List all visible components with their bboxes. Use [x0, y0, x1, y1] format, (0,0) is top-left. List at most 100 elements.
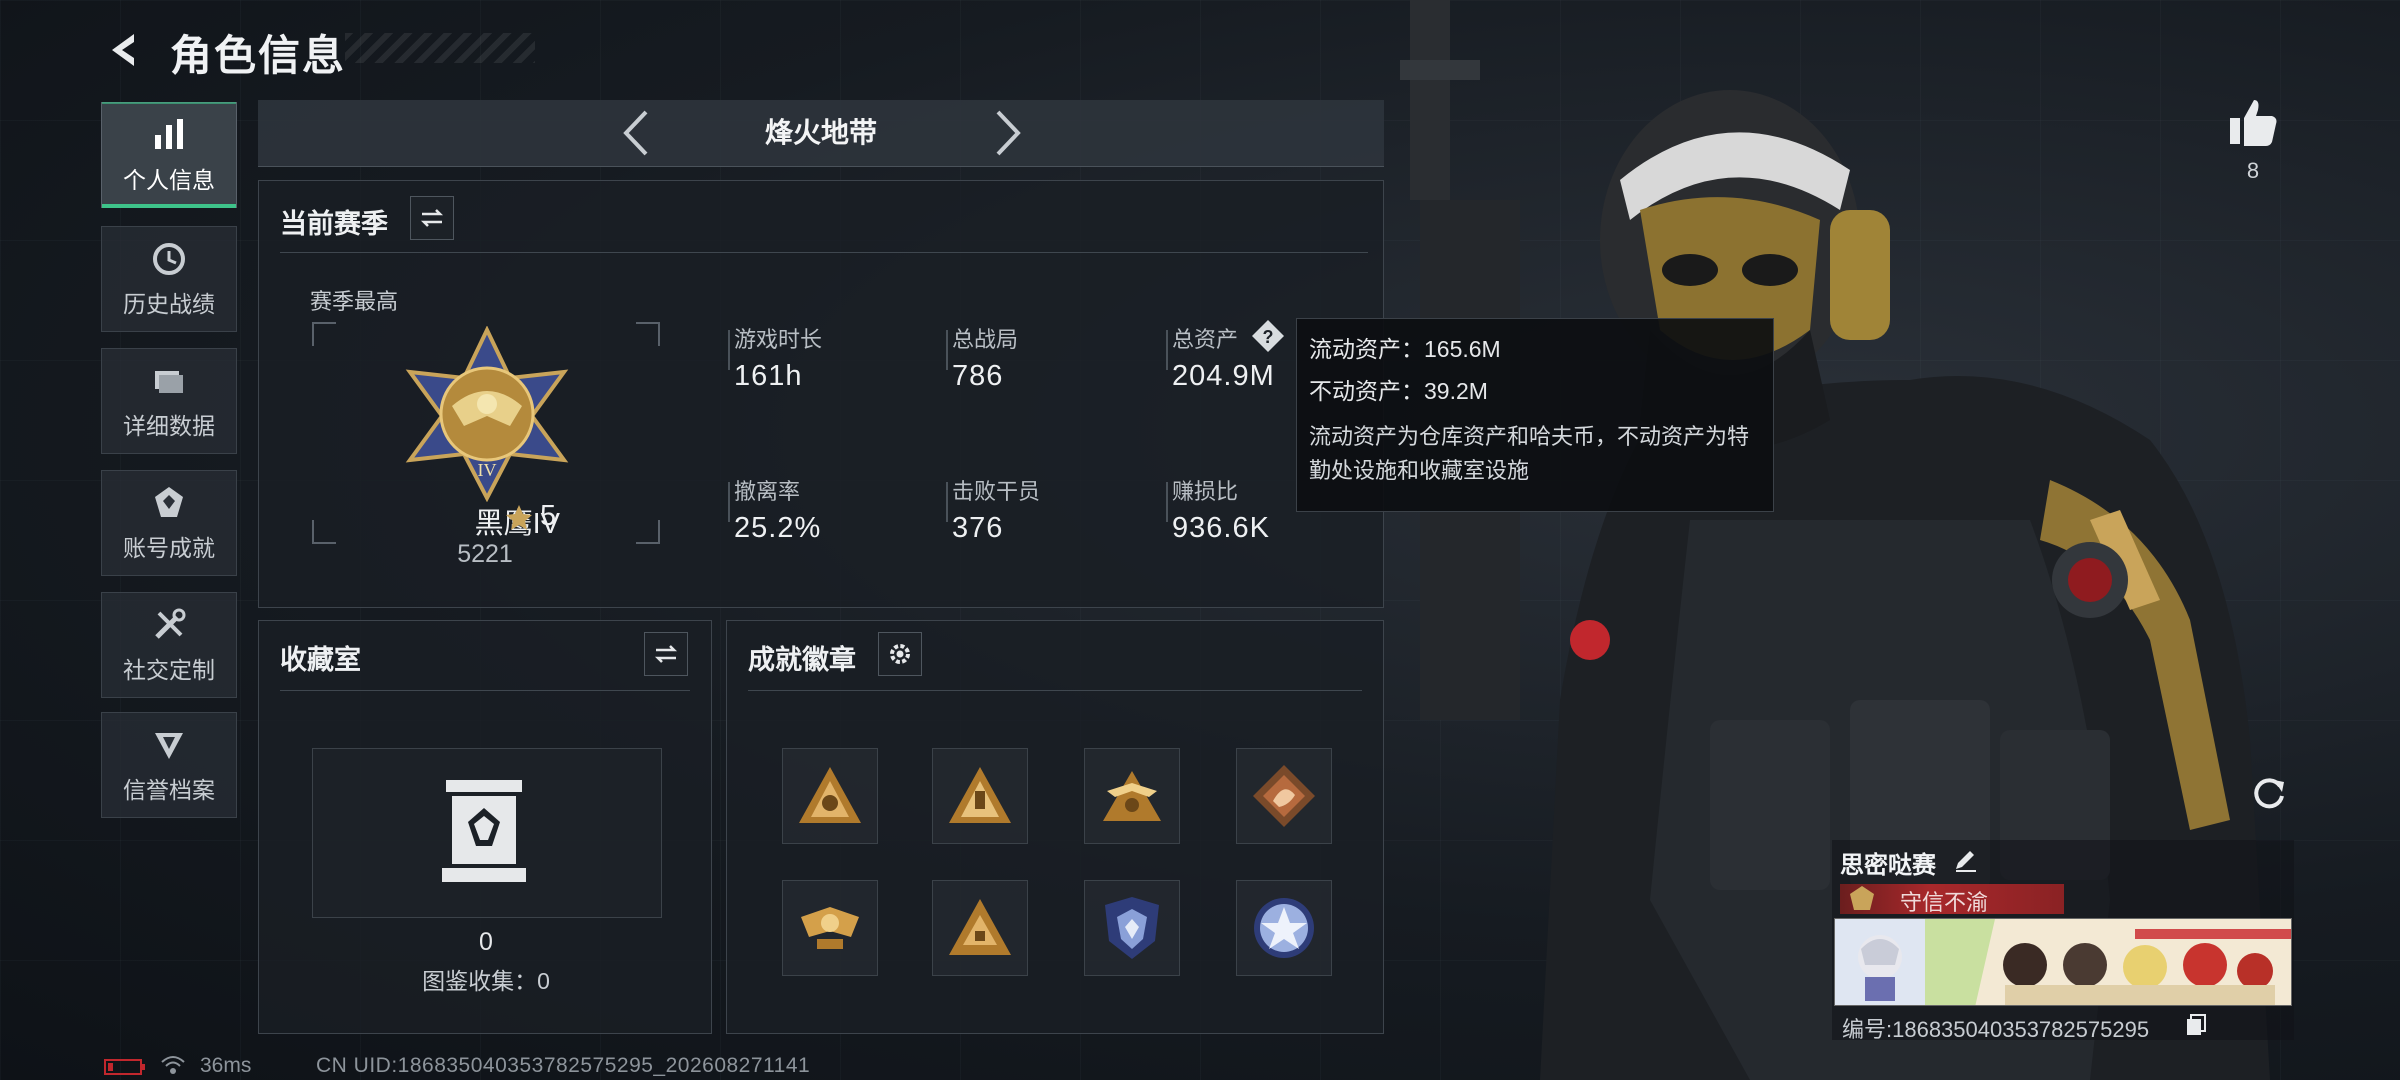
stat-value: 936.6K — [1172, 512, 1270, 544]
bracket-corner — [636, 322, 660, 346]
achievement-badge[interactable] — [1084, 748, 1180, 844]
gear-icon — [890, 644, 910, 664]
achievement-badge[interactable] — [782, 880, 878, 976]
svg-text:?: ? — [1263, 327, 1274, 347]
stat-value: 161h — [734, 360, 803, 392]
sidebar-item-reputation[interactable]: 信誉档案 — [101, 712, 237, 818]
achievement-badge[interactable] — [932, 748, 1028, 844]
tools-icon — [155, 608, 186, 639]
rank-score: 5221 — [457, 540, 513, 568]
sidebar-item-label: 社交定制 — [123, 657, 215, 683]
catalog-label: 图鉴收集：0 — [422, 968, 550, 994]
badge-shield-icon — [1105, 897, 1159, 959]
banner-illustration — [1835, 919, 2291, 1005]
sidebar-item-label: 信誉档案 — [123, 777, 215, 803]
history-clock-icon — [153, 243, 185, 275]
bracket-corner — [312, 520, 336, 544]
rank-name: 黑鹰IV — [410, 500, 560, 542]
folder-icon — [155, 371, 183, 393]
stat-value: 204.9M — [1172, 360, 1275, 392]
stat-label: 击败干员 — [952, 479, 1041, 504]
badge-triangle-icon — [799, 767, 861, 823]
season-best-label: 赛季最高 — [310, 289, 399, 314]
achievements-settings-button[interactable] — [878, 632, 922, 676]
uid-readout: CN UID:18683504035378257529​5_2026082711… — [316, 1054, 811, 1077]
like-count: 8 — [2246, 158, 2260, 183]
tooltip-fixed-assets: 不动资产：39.2M — [1309, 378, 1488, 404]
collection-switch-button[interactable] — [644, 632, 688, 676]
mode-title: 烽火地带 — [764, 117, 877, 148]
page-title: 角色信息 — [170, 32, 347, 79]
swap-icon — [420, 209, 444, 227]
bracket-corner — [312, 322, 336, 346]
sidebar-item-label: 账号成就 — [123, 535, 215, 561]
achievement-badge[interactable] — [1084, 880, 1180, 976]
refresh-icon[interactable] — [2246, 770, 2292, 816]
badge-dragon-icon — [1253, 765, 1315, 827]
achievement-badge[interactable] — [1236, 880, 1332, 976]
badge-winged-icon — [1103, 771, 1161, 821]
collection-count: 0 — [479, 928, 493, 956]
stat-divider — [1166, 330, 1168, 370]
honor-title: 守信不渝 — [1900, 890, 1989, 915]
sidebar-item-label: 历史战绩 — [123, 291, 215, 317]
stat-label: 撤离率 — [734, 479, 801, 504]
sidebar-item-details[interactable]: 详细数据 — [101, 348, 237, 454]
bar-chart-icon — [155, 119, 183, 149]
achievements-title: 成就徽章 — [748, 645, 856, 675]
copy-icon[interactable] — [2185, 1013, 2207, 1037]
chevron-left-icon[interactable] — [618, 108, 654, 158]
stat-label: 赚损比 — [1172, 479, 1239, 504]
honor-emblem-icon — [1850, 886, 1874, 910]
svg-text:IV: IV — [478, 460, 497, 480]
stat-label: 游戏时长 — [734, 327, 823, 352]
wifi-icon — [161, 1056, 185, 1074]
ping-readout: 36ms — [200, 1054, 252, 1077]
badge-pyramid-icon — [949, 899, 1011, 955]
stat-label: 总战局 — [952, 327, 1019, 352]
battery-icon — [104, 1059, 145, 1075]
badge-hand-icon — [949, 767, 1011, 823]
player-banner[interactable] — [1834, 918, 2292, 1006]
chevron-right-icon[interactable] — [990, 108, 1026, 158]
divider — [280, 690, 690, 691]
stat-divider — [728, 482, 730, 522]
stat-divider — [946, 482, 948, 522]
stat-divider — [728, 330, 730, 370]
swap-icon — [654, 645, 678, 663]
stat-label: 总资产 — [1172, 327, 1239, 352]
thumbs-up-icon[interactable] — [2226, 96, 2280, 150]
sidebar-item-personal-info[interactable]: 个人信息 — [101, 102, 237, 208]
display-case-icon — [442, 780, 526, 882]
collection-title: 收藏室 — [280, 645, 361, 675]
achievement-badge[interactable] — [932, 880, 1028, 976]
sidebar-item-social[interactable]: 社交定制 — [101, 592, 237, 698]
sidebar-item-label: 详细数据 — [123, 413, 215, 439]
player-id: 编号:18683504035378257529​5 — [1842, 1017, 2150, 1042]
back-arrow-icon[interactable] — [102, 28, 146, 72]
title-stripe — [345, 33, 535, 63]
stat-divider — [946, 330, 948, 370]
tooltip-liquid-assets: 流动资产：165.6M — [1309, 336, 1501, 362]
sidebar-item-achievements[interactable]: 账号成就 — [101, 470, 237, 576]
edit-pencil-icon[interactable] — [1952, 845, 1980, 873]
stat-divider — [1166, 482, 1168, 522]
rank-stars: 5 — [540, 500, 557, 532]
sidebar-item-label: 个人信息 — [123, 167, 215, 193]
stat-value: 786 — [952, 360, 1004, 392]
achievement-icon — [155, 487, 183, 517]
achievement-badge[interactable] — [782, 748, 878, 844]
season-switch-button[interactable] — [410, 196, 454, 240]
rank-emblem-icon: IV — [405, 326, 569, 502]
badge-eagle-icon — [801, 907, 859, 949]
divider — [280, 252, 1368, 253]
divider — [748, 690, 1362, 691]
reputation-icon — [155, 733, 183, 759]
help-icon[interactable]: ? — [1250, 318, 1286, 354]
star-icon — [506, 505, 532, 530]
stat-value: 376 — [952, 512, 1004, 544]
sidebar-item-history[interactable]: 历史战绩 — [101, 226, 237, 332]
achievement-badge[interactable] — [1236, 748, 1332, 844]
bracket-corner — [636, 520, 660, 544]
season-title: 当前赛季 — [280, 209, 388, 239]
